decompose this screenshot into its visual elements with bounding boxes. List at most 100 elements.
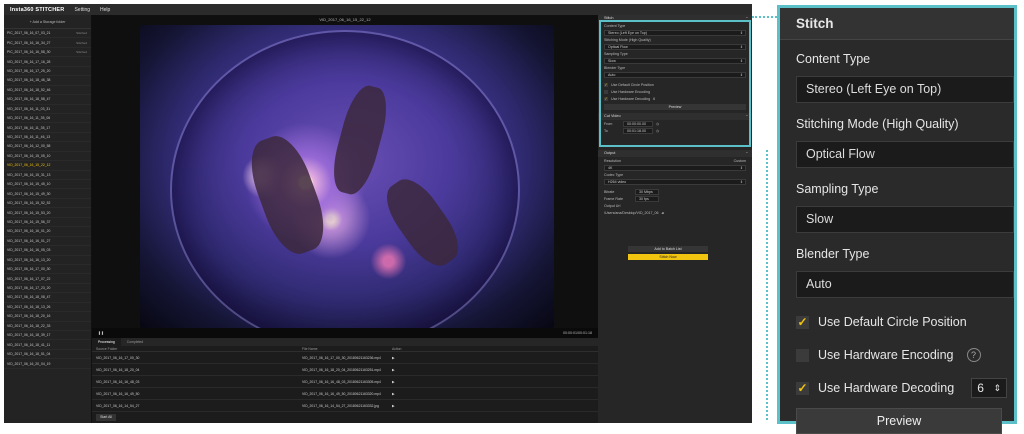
zoom-hardware-encoding-checkbox[interactable]: Use Hardware Encoding? [780, 345, 1014, 365]
menu-bar: Insta360 STITCHER Setting Help [4, 4, 752, 15]
file-list-item[interactable]: VID_2017_06_16_16_05_03 [4, 246, 91, 256]
file-name: VID_2017_06_16_16_05_03 [7, 248, 51, 253]
tab-completed[interactable]: Completed [121, 338, 149, 346]
updown-icon: ⇕ [739, 166, 743, 170]
file-list-item[interactable]: VID_2017_06_16_11_35_06 [4, 114, 91, 124]
file-list-item[interactable]: PIC_2017_06_16_16_58_30 Stitched [4, 48, 91, 58]
framerate-input[interactable]: 30 fps [635, 195, 659, 202]
file-list-item[interactable]: VID_2017_06_16_18_52_46 [4, 86, 91, 96]
add-to-batch-button[interactable]: Add to Batch List [628, 246, 708, 252]
file-name: PIC_2017_06_16_07_03_21 [7, 31, 51, 36]
queue-rows: VID_2017_06_16_17_00_30 VID_2017_06_16_17… [92, 352, 598, 412]
queue-actions: ▶ [392, 380, 472, 384]
file-list-item[interactable]: VID_2017_06_16_18_13_26 [4, 303, 91, 313]
decoding-count-stepper[interactable]: 6 ⇕ [971, 378, 1008, 398]
output-section-header[interactable]: Output − [598, 150, 752, 157]
file-list-item[interactable]: VID_2017_06_16_15_05_10 [4, 152, 91, 162]
file-list-item[interactable]: VID_2017_06_16_17_16_28 [4, 57, 91, 67]
file-name: VID_2017_06_16_18_41_11 [7, 342, 51, 347]
file-name: VID_2017_06_16_12_00_58 [7, 144, 51, 149]
stitch-now-button[interactable]: Stitch Now [628, 254, 708, 260]
zoom-blender-type-select[interactable]: Auto [796, 271, 1014, 298]
file-list-item[interactable]: VID_2017_06_16_11_35_17 [4, 123, 91, 133]
checkbox-empty-icon [796, 348, 809, 362]
file-list-item[interactable]: VID_2017_06_16_18_22_33 [4, 322, 91, 331]
play-icon[interactable]: ▶ [392, 356, 395, 360]
file-list-item[interactable]: VID_2017_06_16_15_31_13 [4, 171, 91, 180]
checkmark-icon: ✓ [796, 381, 809, 395]
file-list-item[interactable]: VID_2017_06_16_16_01_20 [4, 227, 91, 237]
play-icon[interactable]: ▶ [392, 404, 395, 408]
queue-row: VID_2017_06_16_16_48_03 VID_2017_06_16_16… [92, 376, 598, 388]
play-icon[interactable]: ▶ [392, 368, 395, 372]
file-list-item[interactable]: VID_2017_06_16_15_56_37 [4, 218, 91, 228]
zoom-sampling-type-select[interactable]: Slow [796, 206, 1014, 233]
file-list-item[interactable]: VID_2017_06_16_15_49_30 [4, 189, 91, 199]
file-list-item[interactable]: VID_2017_06_16_12_00_58 [4, 142, 91, 152]
file-name: VID_2017_06_16_18_22_33 [7, 323, 51, 328]
zoom-default-circle-checkbox[interactable]: ✓ Use Default Circle Position [780, 312, 1014, 332]
tab-processing[interactable]: Processing [92, 338, 121, 346]
file-name: VID_2017_06_16_15_49_30 [7, 191, 51, 196]
play-icon[interactable]: ▶ [392, 392, 395, 396]
file-name: VID_2017_06_16_18_20_16 [7, 314, 51, 319]
zoom-highlight-box [599, 20, 751, 147]
file-list-item[interactable]: VID_2017_06_16_15_52_52 [4, 199, 91, 209]
folder-icon[interactable]: ▰ [662, 211, 665, 215]
codec-label: Codec Type [604, 173, 624, 177]
file-list-item[interactable]: VID_2017_06_16_16_13_20 [4, 256, 91, 265]
output-heading: Output [604, 151, 616, 155]
help-icon[interactable]: ? [966, 348, 981, 362]
file-list-item[interactable]: VID_2017_06_16_17_00_30 [4, 265, 91, 275]
file-name: VID_2017_06_16_17_00_30 [7, 267, 51, 272]
file-name: VID_2017_06_16_15_53_20 [7, 210, 51, 215]
file-list-item[interactable]: VID_2017_06_16_17_25_20 [4, 67, 91, 77]
file-list-item[interactable]: PIC_2017_06_16_16_34_27 Stitched [4, 38, 91, 48]
file-list-item[interactable]: VID_2017_06_16_17_23_20 [4, 284, 91, 294]
file-list-item[interactable]: VID_2017_06_16_15_53_20 [4, 208, 91, 218]
add-storage-folder-button[interactable]: + Add a Storage folder [4, 15, 91, 29]
pause-icon[interactable]: ❚❚ [98, 331, 104, 335]
file-list-item[interactable]: VID_2017_06_16_20_04_19 [4, 359, 91, 369]
file-name: VID_2017_06_16_15_22_12 [7, 163, 51, 168]
file-name: VID_2017_06_16_18_58_47 [7, 97, 51, 102]
file-list-item[interactable]: VID_2017_06_16_15_22_12 [4, 161, 91, 171]
file-name: VID_2017_06_16_17_16_28 [7, 59, 51, 64]
start-all-button[interactable]: Start All [96, 414, 116, 421]
file-list-item[interactable]: VID_2017_06_16_11_46_13 [4, 133, 91, 143]
file-name: VID_2017_06_16_17_23_20 [7, 286, 51, 291]
zoom-content-type-select[interactable]: Stereo (Left Eye on Top) [796, 76, 1014, 103]
bitrate-input[interactable]: 30 Mbps [635, 188, 659, 195]
file-name: VID_2017_06_16_17_25_20 [7, 68, 51, 73]
file-list-item[interactable]: VID_2017_06_16_18_41_11 [4, 340, 91, 350]
file-list-item[interactable]: PIC_2017_06_16_07_03_21 Stitched [4, 29, 91, 39]
file-list-item[interactable]: VID_2017_06_16_17_07_22 [4, 274, 91, 284]
file-list-item[interactable]: VID_2017_06_16_16_01_27 [4, 237, 91, 247]
menu-setting[interactable]: Setting [74, 7, 90, 13]
panorama-preview[interactable] [140, 25, 554, 328]
resolution-select[interactable]: 4K ⇕ [604, 165, 746, 171]
zoom-preview-button[interactable]: Preview [796, 408, 1002, 434]
queue-row: VID_2017_06_16_14_54_27 VID_2017_06_16_14… [92, 400, 598, 412]
codec-select[interactable]: H264 video ⇕ [604, 179, 746, 185]
file-list-item[interactable]: VID_2017_06_16_18_58_47 [4, 95, 91, 105]
framerate-label: Frame Rate [604, 196, 623, 201]
menu-help[interactable]: Help [100, 7, 110, 13]
custom-checkbox[interactable]: Custom [734, 159, 746, 164]
viewer-title: VID_2017_06_16_15_22_12 [319, 17, 371, 22]
video-controls: ❚❚ 00:00:01/00:01:18 [92, 328, 598, 338]
file-list-item[interactable]: VID_2017_06_16_11_03_31 [4, 105, 91, 114]
batch-queue: Processing Completed Source Folder File … [92, 338, 598, 423]
queue-file: VID_2017_06_16_16_49_50_20180621163320.m… [302, 391, 381, 396]
zoom-stitching-mode-select[interactable]: Optical Flow [796, 141, 1014, 168]
file-list-item[interactable]: VID_2017_06_16_18_51_04 [4, 350, 91, 360]
file-list-item[interactable]: VID_2017_06_16_18_20_16 [4, 312, 91, 322]
play-icon[interactable]: ▶ [392, 380, 395, 384]
file-list-item[interactable]: VID_2017_06_16_18_39_17 [4, 331, 91, 341]
zoom-stitching-mode-label: Stitching Mode (High Quality) [796, 117, 959, 131]
zoom-hardware-decoding-checkbox[interactable]: ✓ Use Hardware Decoding 6 ⇕ [780, 378, 1014, 398]
file-list-item[interactable]: VID_2017_06_16_18_08_47 [4, 293, 91, 303]
file-list-item[interactable]: VID_2017_06_16_18_46_38 [4, 76, 91, 86]
file-list-item[interactable]: VID_2017_06_16_15_45_10 [4, 180, 91, 190]
zoom-blender-type-label: Blender Type [796, 247, 870, 261]
